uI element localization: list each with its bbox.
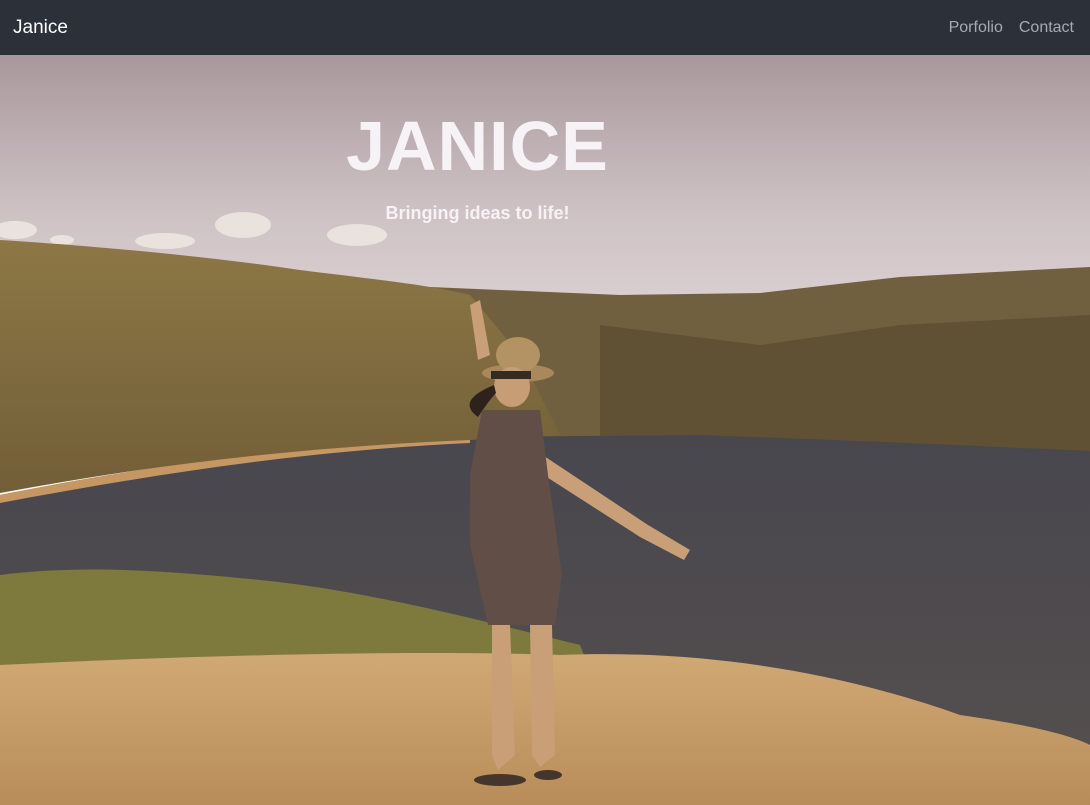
nav-link-portfolio[interactable]: Porfolio (949, 19, 1003, 37)
nav-link-contact[interactable]: Contact (1019, 19, 1074, 37)
top-navbar: Janice Porfolio Contact (0, 0, 1090, 55)
hero-section: JANICE Bringing ideas to life! (0, 55, 1090, 805)
hero-subtitle: Bringing ideas to life! (385, 203, 570, 223)
brand-link[interactable]: Janice (13, 17, 68, 39)
nav-links: Porfolio Contact (949, 19, 1077, 37)
hero-title: JANICE (346, 107, 609, 185)
